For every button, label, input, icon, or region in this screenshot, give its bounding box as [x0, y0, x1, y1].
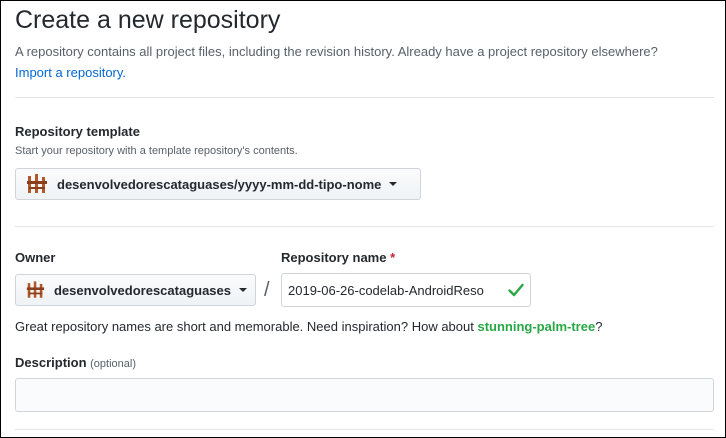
- repo-name-value: 2019-06-26-codelab-AndroidReso: [288, 282, 484, 298]
- owner-selected-label: desenvolvedorescataguases: [53, 282, 231, 298]
- template-note: Start your repository with a template re…: [15, 145, 298, 157]
- suggested-name-link[interactable]: stunning-palm-tree: [477, 319, 595, 334]
- import-repository-link[interactable]: Import a repository.: [15, 65, 126, 80]
- page-title: Create a new repository: [15, 6, 281, 34]
- repo-name-label: Repository name *: [281, 250, 395, 265]
- org-avatar-icon: [26, 281, 45, 298]
- owner-repo-separator: /: [264, 279, 270, 301]
- check-icon: [508, 283, 524, 297]
- hint-end: ?: [595, 319, 603, 334]
- repo-name-label-text: Repository name: [281, 250, 387, 265]
- org-avatar-icon: [27, 174, 47, 193]
- template-selected-label: desenvolvedorescataguases/yyyy-mm-dd-tip…: [57, 176, 382, 192]
- divider: [15, 226, 714, 227]
- repo-name-input[interactable]: 2019-06-26-codelab-AndroidReso: [281, 273, 531, 307]
- description-label: Description (optional): [15, 355, 136, 370]
- optional-note: (optional): [90, 358, 136, 370]
- owner-select-button[interactable]: desenvolvedorescataguases: [15, 274, 256, 306]
- template-select-button[interactable]: desenvolvedorescataguases/yyyy-mm-dd-tip…: [15, 168, 421, 200]
- divider: [15, 97, 714, 98]
- page-subtitle: A repository contains all project files,…: [15, 41, 714, 83]
- description-label-text: Description: [15, 355, 87, 370]
- page-frame: Create a new repository A repository con…: [0, 0, 726, 438]
- chevron-down-icon: [389, 182, 398, 186]
- hint-text: Great repository names are short and mem…: [15, 319, 478, 334]
- template-label: Repository template: [15, 124, 140, 139]
- description-input[interactable]: [15, 378, 714, 412]
- divider: [15, 429, 714, 430]
- repo-name-hint: Great repository names are short and mem…: [15, 319, 602, 334]
- chevron-down-icon: [239, 288, 247, 292]
- required-marker: *: [390, 250, 396, 265]
- owner-label: Owner: [15, 250, 56, 265]
- subtitle-text: A repository contains all project files,…: [15, 44, 658, 59]
